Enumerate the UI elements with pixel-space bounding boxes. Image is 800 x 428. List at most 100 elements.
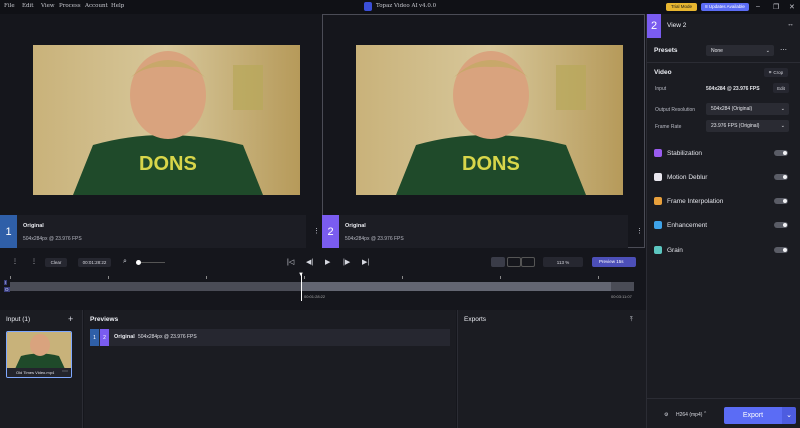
crop-icon: ⌗ <box>768 70 772 75</box>
app-title: Topaz Video AI <box>376 3 418 9</box>
file-more-icon[interactable]: ⋯ <box>62 368 68 375</box>
enhancement-icon <box>654 221 662 229</box>
edit-input-button[interactable]: Edit <box>773 83 789 93</box>
input-value: 504x284 @ 23.976 FPS <box>706 86 760 92</box>
zoom-slider-track[interactable] <box>137 262 165 263</box>
pane-1-infobar <box>0 215 306 248</box>
pane-2-more-icon[interactable]: ⋮ <box>636 227 643 235</box>
frame-interpolation-toggle[interactable] <box>774 198 788 204</box>
presets-more-icon[interactable]: ⋯ <box>780 46 787 54</box>
previews-panel <box>84 310 456 428</box>
timeline-end-label: 00:03:11:07 <box>611 294 632 299</box>
chevron-down-icon: ⌄ <box>780 123 785 129</box>
layout-split-icon[interactable] <box>521 257 535 267</box>
video-frame-1[interactable]: DONS <box>33 45 300 195</box>
zoom-search-icon[interactable]: ⌕ <box>123 258 127 266</box>
divider <box>647 62 800 63</box>
video-frame-2[interactable]: DONS <box>356 45 623 195</box>
menu-file[interactable]: File <box>4 3 15 9</box>
step-forward-icon[interactable]: |▶ <box>343 258 350 266</box>
feature-enhancement[interactable]: Enhancement <box>654 221 794 231</box>
input-file-thumbnail[interactable]: Old Times Video.mp4 ⋯ <box>6 331 72 378</box>
stabilization-label: Stabilization <box>667 150 703 157</box>
crop-button[interactable]: ⌗ Crop <box>764 68 788 77</box>
playhead-handle-icon[interactable]: ▼ <box>298 272 304 278</box>
zoom-slider-thumb[interactable] <box>136 260 141 265</box>
out-marker[interactable]: O <box>4 287 10 292</box>
preview-row-info: 504x284px @ 23.976 FPS <box>138 334 197 340</box>
zoom-level-select[interactable]: 113 % <box>543 257 583 267</box>
menu-account[interactable]: Account <box>85 3 108 9</box>
toolbar-more-icon[interactable]: ⋮ <box>12 258 18 265</box>
title-bar: File Edit View Process Account Help Topa… <box>0 0 800 14</box>
tick <box>598 276 599 279</box>
stabilization-icon <box>654 149 662 157</box>
close-icon[interactable]: ✕ <box>789 3 795 11</box>
collapse-panel-icon[interactable]: ↔ <box>787 21 794 28</box>
exports-title: Exports <box>464 316 487 323</box>
layout-single-icon[interactable] <box>507 257 521 267</box>
go-to-end-icon[interactable]: ▶| <box>362 258 369 266</box>
trial-mode-badge[interactable]: Trial Mode <box>666 3 697 11</box>
video-section-title: Video <box>654 69 672 76</box>
timeline-selection[interactable] <box>302 282 611 291</box>
timeline-start-label: 00:01:28:22 <box>304 294 326 299</box>
preview-button[interactable]: Preview 15s <box>592 257 636 267</box>
marker-menu-icon[interactable]: ⋮ <box>31 258 37 265</box>
exports-panel <box>457 310 646 428</box>
pane-1-number: 1 <box>0 215 17 248</box>
frame-rate-value: 23.976 FPS (Original) <box>711 123 760 129</box>
pane-1-title: Original <box>23 223 44 229</box>
add-input-button[interactable]: + <box>68 314 73 324</box>
presets-select[interactable]: None ⌄ <box>706 45 774 56</box>
format-label[interactable]: H264 (mp4) <box>676 412 702 418</box>
app-logo-icon <box>364 2 372 11</box>
feature-motion-deblur[interactable]: Motion Deblur <box>654 173 794 183</box>
grain-toggle[interactable] <box>774 247 788 253</box>
pane-1-more-icon[interactable]: ⋮ <box>313 227 320 235</box>
exports-upload-icon[interactable]: ⤒ <box>630 317 633 324</box>
input-label: Input <box>655 86 667 92</box>
step-back-icon[interactable]: ◀| <box>306 258 313 266</box>
output-resolution-select[interactable]: 504x284 (Original) ⌄ <box>706 103 789 115</box>
timecode-field[interactable]: 00:01:28:22 <box>78 258 111 267</box>
feature-grain[interactable]: Grain <box>654 246 794 256</box>
layout-side-by-side-icon[interactable] <box>491 257 505 267</box>
tick <box>206 276 207 279</box>
input-file-name: Old Times Video.mp4 <box>16 370 55 375</box>
menu-view[interactable]: View <box>41 3 55 9</box>
tick <box>108 276 109 279</box>
maximize-icon[interactable]: ❐ <box>773 3 779 11</box>
output-resolution-label: Output Resolution <box>655 107 696 113</box>
export-options-icon[interactable]: ⌄ <box>782 407 796 424</box>
updates-badge[interactable]: 8 Updates Available <box>701 3 749 11</box>
motion-deblur-toggle[interactable] <box>774 174 788 180</box>
previews-title: Previews <box>90 316 119 323</box>
input-panel-title: Input (1) <box>6 316 31 323</box>
play-icon[interactable]: ▶ <box>325 258 330 266</box>
stabilization-toggle[interactable] <box>774 150 788 156</box>
tick <box>10 276 11 279</box>
go-to-in-icon[interactable]: |◁ <box>287 258 294 266</box>
clear-button[interactable]: Clear <box>45 258 67 267</box>
presets-label: Presets <box>654 47 678 54</box>
tick <box>304 276 305 279</box>
menu-edit[interactable]: Edit <box>22 3 34 9</box>
format-chevron-icon[interactable]: ⌃ <box>703 411 707 417</box>
feature-stabilization[interactable]: Stabilization <box>654 149 794 159</box>
enhancement-toggle[interactable] <box>774 222 788 228</box>
in-marker[interactable]: I <box>4 280 8 285</box>
menu-help[interactable]: Help <box>111 3 124 9</box>
pane-2-title: Original <box>345 223 366 229</box>
motion-deblur-icon <box>654 173 662 181</box>
menu-process[interactable]: Process <box>59 3 81 9</box>
format-settings-icon[interactable]: ⚙ <box>664 412 668 418</box>
frame-rate-label: Frame Rate <box>655 124 682 130</box>
frame-rate-select[interactable]: 23.976 FPS (Original) ⌄ <box>706 120 789 132</box>
export-button[interactable]: Export <box>724 407 782 424</box>
minimize-icon[interactable]: – <box>756 3 760 10</box>
motion-deblur-label: Motion Deblur <box>667 174 708 181</box>
pane-2-info: 504x284px @ 23.976 FPS <box>345 236 404 242</box>
feature-frame-interpolation[interactable]: Frame Interpolation <box>654 197 794 207</box>
frame-interpolation-icon <box>654 197 662 205</box>
